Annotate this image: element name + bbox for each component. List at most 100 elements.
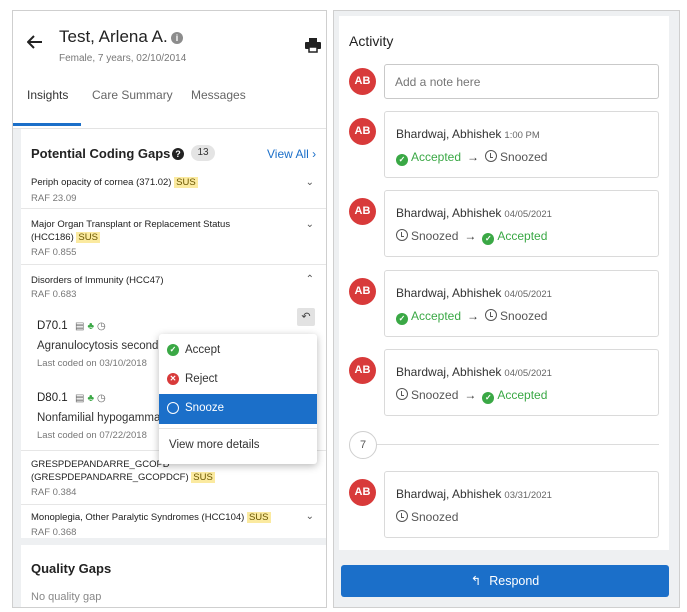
- arrow-icon: →: [467, 309, 480, 323]
- gap-title-text-2: (HCC186): [31, 232, 74, 243]
- patient-panel: Test, Arlena A. i Female, 7 years, 02/10…: [12, 10, 327, 608]
- quality-gaps-card: Quality Gaps No quality gap: [21, 545, 326, 607]
- chevron-down-icon[interactable]: ⌄: [306, 511, 314, 522]
- provider-icon[interactable]: ♣: [87, 393, 97, 404]
- patient-name: Test, Arlena A.: [59, 27, 168, 46]
- status-to: Accepted: [497, 229, 548, 243]
- menu-item-reject[interactable]: ✕ Reject: [159, 365, 317, 394]
- chevron-right-icon: ›: [312, 147, 317, 161]
- gap-title-text: Monoplegia, Other Paralytic Syndromes (H…: [31, 512, 245, 523]
- status-to: Snoozed: [500, 150, 548, 164]
- author-name: Bhardwaj, Abhishek: [396, 365, 502, 379]
- code-description: Nonfamilial hypogammag: [37, 412, 167, 424]
- gap-title: Disorders of Immunity (HCC47): [31, 275, 164, 286]
- status-change: Snoozed: [396, 510, 458, 524]
- chevron-down-icon[interactable]: ⌄: [306, 219, 314, 230]
- chevron-up-icon[interactable]: ⌃: [306, 274, 314, 285]
- status-current: Snoozed: [411, 510, 459, 524]
- tab-insights[interactable]: Insights: [27, 88, 68, 102]
- help-icon[interactable]: ?: [172, 148, 184, 160]
- activity-entry: Bhardwaj, Abhishek 1:00 PM ✓ Accepted → Snoo…: [384, 111, 659, 178]
- raf-value: RAF 0.683: [31, 289, 77, 300]
- entry-author: Bhardwaj, Abhishek 1:00 PM: [396, 127, 540, 141]
- status-change: ✓ Accepted → Snoozed: [396, 309, 547, 325]
- note-input[interactable]: [384, 64, 659, 99]
- avatar: AB: [349, 278, 376, 305]
- coding-gap-row[interactable]: Monoplegia, Other Paralytic Syndromes (H…: [21, 505, 326, 538]
- provider-icon[interactable]: ♣: [87, 321, 97, 332]
- sus-badge: SUS: [246, 512, 271, 523]
- alarm-clock-icon: [396, 229, 408, 241]
- gap-title: Periph opacity of cornea (371.02) SUS: [31, 176, 198, 189]
- status-snoozed: Snoozed: [485, 309, 547, 323]
- status-change: Snoozed → ✓ Accepted: [396, 388, 547, 404]
- status-accepted: ✓ Accepted: [396, 150, 462, 166]
- reject-icon: ✕: [167, 373, 179, 385]
- code-description: Agranulocytosis seconda: [37, 340, 165, 352]
- document-icon[interactable]: ▤: [75, 393, 87, 404]
- author-name: Bhardwaj, Abhishek: [396, 206, 502, 220]
- code-action-icons: ▤♣◷: [75, 321, 109, 332]
- status-to: Snoozed: [500, 309, 548, 323]
- gap-action-menu: ✓ Accept ✕ Reject Snooze View more detai…: [159, 334, 317, 464]
- entry-author: Bhardwaj, Abhishek 03/31/2021: [396, 487, 552, 501]
- activity-title: Activity: [349, 33, 394, 49]
- coding-gap-row[interactable]: Major Organ Transplant or Replacement St…: [21, 209, 326, 265]
- alarm-clock-icon[interactable]: ◷: [97, 321, 109, 332]
- back-arrow-icon[interactable]: [26, 35, 43, 54]
- arrow-icon: →: [467, 150, 480, 164]
- status-snoozed: Snoozed: [396, 229, 458, 243]
- menu-label: View more details: [169, 439, 260, 451]
- last-coded-date: Last coded on 07/22/2018: [37, 430, 147, 441]
- document-icon[interactable]: ▤: [75, 321, 87, 332]
- entry-date: 04/05/2021: [504, 368, 552, 379]
- check-circle-icon: ✓: [396, 313, 408, 325]
- tab-messages[interactable]: Messages: [191, 88, 246, 102]
- tab-care-summary[interactable]: Care Summary: [92, 88, 173, 102]
- view-all-link[interactable]: View All ›: [267, 147, 316, 161]
- alarm-clock-icon[interactable]: ◷: [97, 393, 109, 404]
- raf-value: RAF 0.384: [31, 487, 77, 498]
- entry-date: 1:00 PM: [504, 130, 540, 141]
- menu-label: Snooze: [185, 402, 225, 414]
- alarm-clock-icon: [396, 388, 408, 400]
- undo-reply-icon[interactable]: ↶: [297, 308, 315, 326]
- activity-card: Activity AB AB Bhardwaj, Abhishek1:00 PM…: [339, 16, 669, 550]
- patient-header: Test, Arlena A. i Female, 7 years, 02/10…: [13, 11, 326, 129]
- gap-count-badge: 13: [191, 145, 215, 161]
- raf-value: RAF 23.09: [31, 193, 77, 204]
- avatar: AB: [349, 479, 376, 506]
- status-from: Accepted: [411, 150, 462, 164]
- respond-button[interactable]: ↰ Respond: [341, 565, 669, 597]
- menu-item-snooze[interactable]: Snooze: [159, 394, 317, 424]
- info-icon[interactable]: i: [171, 32, 183, 44]
- gap-title-text: Periph opacity of cornea (371.02): [31, 177, 172, 188]
- status-to: Accepted: [497, 388, 548, 402]
- quality-gaps-empty: No quality gap: [31, 591, 102, 603]
- sus-badge: SUS: [174, 177, 198, 188]
- code-action-icons: ▤♣◷: [75, 393, 109, 404]
- print-icon[interactable]: [305, 37, 321, 58]
- menu-label: Accept: [185, 344, 221, 356]
- chevron-down-icon[interactable]: ⌄: [306, 177, 314, 188]
- coding-gap-row[interactable]: Periph opacity of cornea (371.02) SUS RA…: [21, 167, 326, 209]
- menu-item-accept[interactable]: ✓ Accept: [159, 336, 317, 365]
- status-from: Snoozed: [411, 229, 459, 243]
- activity-entry: Bhardwaj, Abhishek 04/05/2021 ✓ Accepted → S…: [384, 270, 659, 337]
- check-circle-icon: ✓: [396, 154, 408, 166]
- arrow-icon: →: [464, 229, 477, 243]
- activity-entry: Bhardwaj, Abhishek 04/05/2021 Snoozed → ✓ Ac…: [384, 190, 659, 257]
- menu-divider: [159, 428, 317, 429]
- entry-date: 04/05/2021: [504, 209, 552, 220]
- status-change: Snoozed → ✓ Accepted: [396, 229, 547, 245]
- quality-gaps-title: Quality Gaps: [31, 561, 112, 576]
- check-circle-icon: ✓: [482, 233, 495, 245]
- entry-author: Bhardwaj, Abhishek 04/05/2021: [396, 206, 552, 220]
- author-name: Bhardwaj, Abhishek: [396, 487, 502, 501]
- status-from: Accepted: [411, 309, 462, 323]
- avatar: AB: [349, 357, 376, 384]
- menu-item-view-details[interactable]: View more details: [159, 431, 317, 460]
- gap-title-text: GRESPDEPANDARRE_GCOPD: [31, 459, 170, 470]
- alarm-clock-icon: [396, 510, 408, 522]
- activity-entry: Bhardwaj, Abhishek 03/31/2021 Snoozed: [384, 471, 659, 538]
